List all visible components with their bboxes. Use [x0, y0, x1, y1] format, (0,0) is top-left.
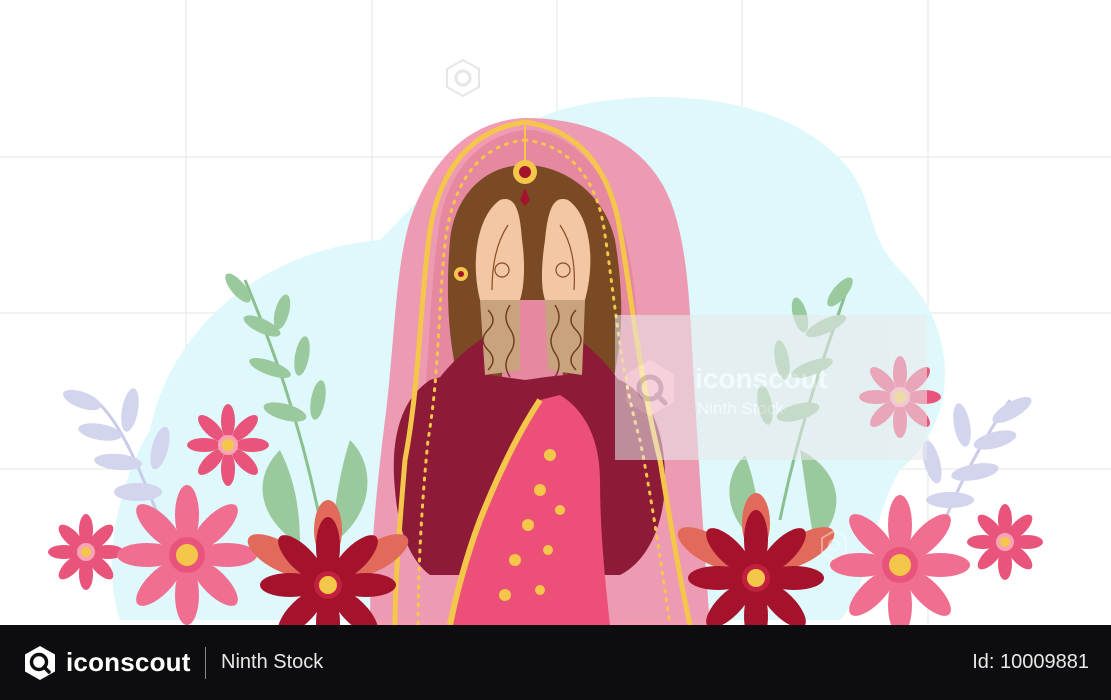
flower-pink-far-right — [967, 504, 1043, 580]
watermark: iconscout Ninth Stock — [615, 315, 927, 460]
stock-image-preview: iconscout Ninth Stock iconscout Ninth St… — [0, 0, 1111, 700]
watermark-contributor: Ninth Stock — [697, 399, 784, 418]
watermark-top-icon — [446, 58, 480, 98]
iconscout-logo-icon[interactable] — [22, 645, 58, 681]
footer-divider — [205, 647, 206, 679]
footer-contributor[interactable]: Ninth Stock — [221, 651, 323, 674]
watermark-brand: iconscout — [695, 363, 827, 394]
illustration-canvas: iconscout Ninth Stock — [0, 0, 1111, 625]
flower-pink-left-upper — [187, 404, 269, 486]
footer-asset-id: Id: 10009881 — [972, 651, 1089, 673]
flower-pink-left-large — [117, 485, 257, 625]
footer-bar: iconscout Ninth Stock Id: 10009881 — [0, 625, 1111, 700]
footer-brand-name[interactable]: iconscout — [66, 647, 191, 678]
